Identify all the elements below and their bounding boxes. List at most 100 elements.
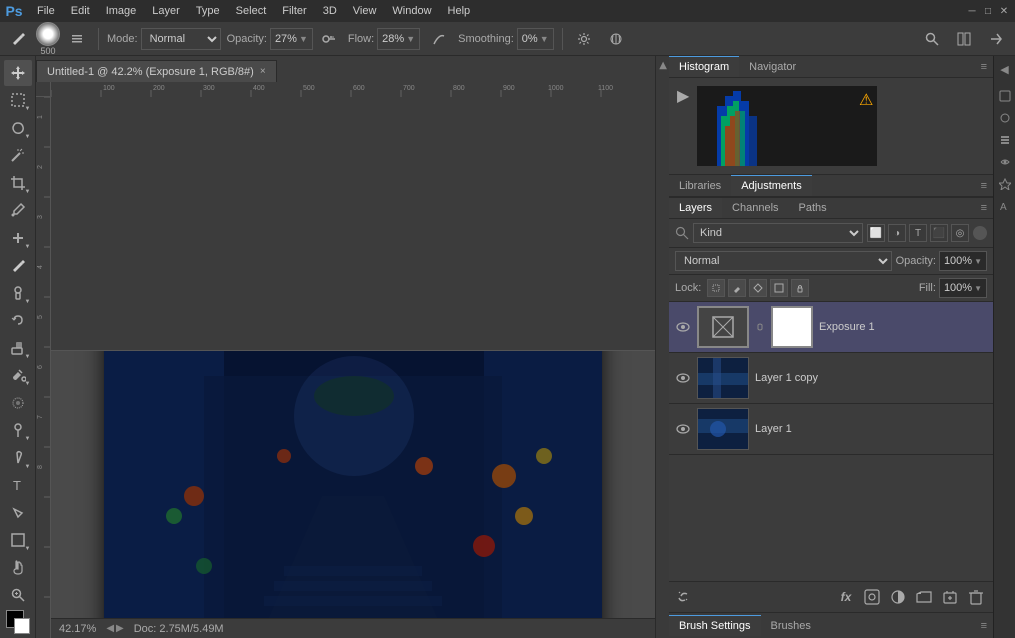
fill-value-input[interactable]: 100% ▼ — [939, 278, 987, 298]
histogram-play-icon[interactable]: ▶ — [677, 86, 689, 106]
dodge-tool[interactable]: ▼ — [4, 418, 32, 444]
healing-tool[interactable]: ▼ — [4, 225, 32, 251]
panel-collapse-btn[interactable]: ◀ — [657, 62, 668, 70]
history-brush-tool[interactable] — [4, 308, 32, 334]
eyedropper-tool[interactable] — [4, 198, 32, 224]
strip-icon-6[interactable]: A — [996, 197, 1014, 215]
symmetry-icon[interactable] — [603, 26, 629, 52]
selection-tool[interactable]: ▼ — [4, 88, 32, 114]
share-icon[interactable] — [983, 26, 1009, 52]
move-tool[interactable] — [4, 60, 32, 86]
menu-select[interactable]: Select — [229, 3, 274, 19]
clone-stamp-tool[interactable]: ▼ — [4, 280, 32, 306]
strip-icon-4[interactable] — [996, 153, 1014, 171]
lock-transparency-icon[interactable] — [707, 279, 725, 297]
menu-image[interactable]: Image — [99, 3, 144, 19]
menu-filter[interactable]: Filter — [275, 3, 313, 19]
layer-visibility-layer1[interactable] — [675, 421, 691, 437]
layer-visibility-layer1copy[interactable] — [675, 370, 691, 386]
layer-item-exposure1[interactable]: Exposure 1 — [669, 302, 993, 353]
group-btn[interactable] — [913, 586, 935, 608]
layers-link-btn[interactable] — [675, 588, 691, 607]
adj-menu-icon[interactable]: ≡ — [975, 176, 993, 196]
opacity-value-input[interactable]: 100% ▼ — [939, 251, 987, 271]
search-icon[interactable] — [919, 26, 945, 52]
paint-bucket-tool[interactable]: ▼ — [4, 363, 32, 389]
brush-tool-icon[interactable] — [6, 26, 32, 52]
layer-item-layer1[interactable]: Layer 1 — [669, 404, 993, 455]
filter-adjustment-icon[interactable]: ◑ — [888, 224, 906, 242]
adjustments-tab[interactable]: Adjustments — [731, 175, 812, 196]
filter-type-icon[interactable]: T — [909, 224, 927, 242]
navigator-tab[interactable]: Navigator — [739, 57, 806, 77]
eraser-tool[interactable]: ▼ — [4, 335, 32, 361]
smoothing-pen-icon[interactable] — [426, 26, 452, 52]
filter-pixel-icon[interactable]: ⬜ — [867, 224, 885, 242]
menu-window[interactable]: Window — [385, 3, 438, 19]
add-mask-btn[interactable] — [861, 586, 883, 608]
strip-icon-2[interactable] — [996, 109, 1014, 127]
histogram-tab[interactable]: Histogram — [669, 56, 739, 77]
crop-tool[interactable]: ▼ — [4, 170, 32, 196]
minimize-button[interactable]: ─ — [965, 4, 979, 18]
flow-input-group[interactable]: 28% ▼ — [377, 28, 420, 50]
maximize-button[interactable]: □ — [981, 4, 995, 18]
fx-btn[interactable]: fx — [835, 586, 857, 608]
layers-menu-icon[interactable]: ≡ — [975, 198, 993, 218]
filter-shape-icon[interactable]: ⬛ — [930, 224, 948, 242]
channels-tab[interactable]: Channels — [722, 198, 788, 218]
libraries-tab[interactable]: Libraries — [669, 176, 731, 196]
zoom-tool[interactable] — [4, 583, 32, 609]
pen-tool[interactable]: ▼ — [4, 445, 32, 471]
color-wells[interactable] — [6, 610, 30, 634]
path-selection-tool[interactable] — [4, 500, 32, 526]
magic-wand-tool[interactable] — [4, 143, 32, 169]
strip-icon-3[interactable] — [996, 131, 1014, 149]
filter-toggle[interactable] — [973, 226, 987, 240]
layer-mode-select[interactable]: Normal — [675, 251, 892, 271]
status-arrows[interactable]: ◀ ▶ — [106, 623, 123, 634]
strip-icon-1[interactable] — [996, 87, 1014, 105]
layer-item-layer1copy[interactable]: Layer 1 copy — [669, 353, 993, 404]
strip-icon-5[interactable] — [996, 175, 1014, 193]
menu-type[interactable]: Type — [189, 3, 227, 19]
brush-panel-menu-icon[interactable]: ≡ — [975, 616, 993, 636]
brushes-tab[interactable]: Brushes — [761, 616, 821, 636]
brush-tool-left[interactable] — [4, 253, 32, 279]
brush-size-preview[interactable]: 500 — [36, 22, 60, 56]
menu-3d[interactable]: 3D — [316, 3, 344, 19]
histogram-menu-icon[interactable]: ≡ — [975, 57, 993, 77]
canvas-viewport[interactable] — [51, 351, 655, 619]
smoothing-input-group[interactable]: 0% ▼ — [517, 28, 554, 50]
new-layer-btn[interactable] — [939, 586, 961, 608]
blur-tool[interactable] — [4, 390, 32, 416]
strip-collapse-icon[interactable]: ◀ — [996, 60, 1014, 78]
lock-paint-icon[interactable] — [728, 279, 746, 297]
menu-view[interactable]: View — [346, 3, 384, 19]
canvas-tab[interactable]: Untitled-1 @ 42.2% (Exposure 1, RGB/8#) … — [36, 60, 277, 82]
lock-artboard-icon[interactable] — [770, 279, 788, 297]
lasso-tool[interactable]: ▼ — [4, 115, 32, 141]
menu-edit[interactable]: Edit — [64, 3, 97, 19]
histogram-warning-icon[interactable]: ⚠ — [859, 90, 873, 110]
hand-tool[interactable] — [4, 555, 32, 581]
filter-smart-icon[interactable]: ◎ — [951, 224, 969, 242]
layers-tab[interactable]: Layers — [669, 198, 722, 218]
delete-layer-btn[interactable] — [965, 586, 987, 608]
layer-visibility-exposure1[interactable] — [675, 319, 691, 335]
airbrush-icon[interactable] — [316, 26, 342, 52]
settings-icon[interactable] — [571, 26, 597, 52]
menu-file[interactable]: File — [30, 3, 62, 19]
brush-options-icon[interactable] — [64, 26, 90, 52]
menu-layer[interactable]: Layer — [145, 3, 187, 19]
panels-icon[interactable] — [951, 26, 977, 52]
mode-select[interactable]: Normal — [141, 28, 221, 50]
close-button[interactable]: ✕ — [997, 4, 1011, 18]
shape-tool[interactable]: ▼ — [4, 528, 32, 554]
type-tool[interactable]: T — [4, 473, 32, 499]
layers-kind-select[interactable]: Kind — [693, 223, 863, 243]
opacity-input-group[interactable]: 27% ▼ — [270, 28, 313, 50]
menu-help[interactable]: Help — [441, 3, 478, 19]
lock-position-icon[interactable] — [749, 279, 767, 297]
tab-close[interactable]: × — [260, 66, 266, 77]
